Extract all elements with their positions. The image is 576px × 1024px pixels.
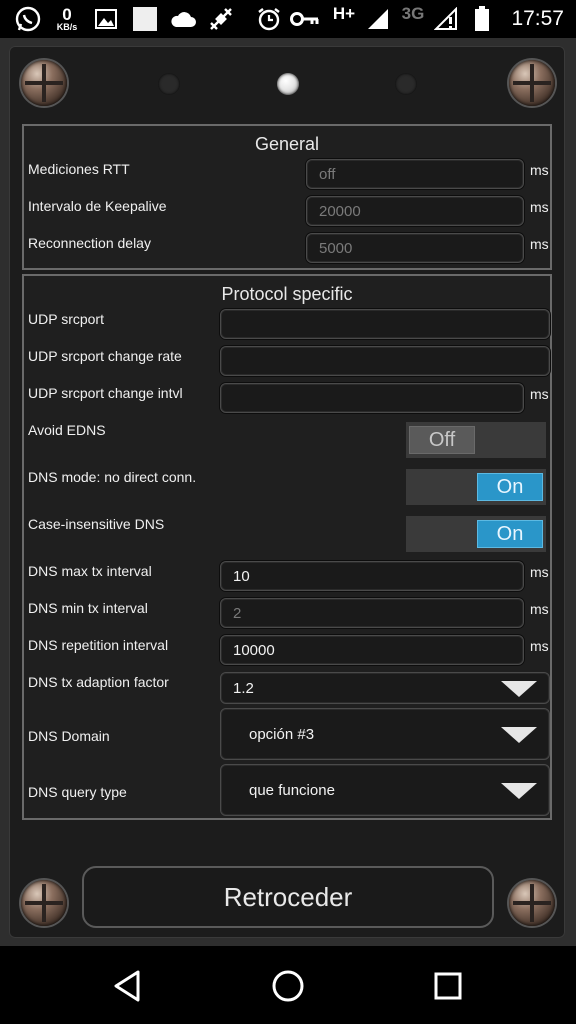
page-dot-3[interactable] <box>395 73 417 95</box>
udp-rate-field[interactable] <box>220 346 550 376</box>
udp-srcport-field[interactable] <box>220 309 550 339</box>
reconnection-field[interactable]: 5000 <box>306 233 524 263</box>
screw-top-left-icon <box>21 60 67 106</box>
page-dot-2-active[interactable] <box>277 73 299 95</box>
clock: 17:57 <box>511 7 564 30</box>
dns-factor-label: DNS tx adaption factor <box>28 674 169 690</box>
speed-unit: KB/s <box>56 22 78 32</box>
avoid-edns-label: Avoid EDNS <box>28 422 106 438</box>
dns-domain-value: opción #3 <box>249 726 315 743</box>
dns-factor-select[interactable]: 1.2 <box>220 672 550 704</box>
dns-query-select[interactable]: que funcione <box>220 764 550 816</box>
protocol-panel: Protocol specific UDP srcport UDP srcpor… <box>22 274 552 820</box>
screw-top-right-icon <box>509 60 555 106</box>
dns-rep-label: DNS repetition interval <box>28 637 169 653</box>
case-dns-label: Case-insensitive DNS <box>28 516 165 532</box>
dns-rep-field[interactable]: 10000 <box>220 635 524 665</box>
network-type-h: H+ <box>332 4 356 23</box>
general-title: General <box>254 134 320 154</box>
recents-nav-icon[interactable] <box>428 966 468 1006</box>
dropdown-arrow-icon <box>501 727 537 743</box>
image-icon <box>94 0 118 38</box>
home-nav-icon[interactable] <box>268 966 308 1006</box>
network-speed: 0 KB/s <box>52 0 82 38</box>
page-dot-1[interactable] <box>158 73 180 95</box>
reconnection-unit: ms <box>530 236 549 252</box>
case-dns-toggle[interactable]: On <box>406 516 546 552</box>
rtt-label: Mediciones RTT <box>28 161 130 177</box>
general-panel: General Mediciones RTT off ms Intervalo … <box>22 124 552 270</box>
signal-alert-icon <box>432 0 460 38</box>
navigation-bar <box>0 946 576 1024</box>
dns-domain-select[interactable]: opción #3 <box>220 708 550 760</box>
dns-mode-toggle[interactable]: On <box>406 469 546 505</box>
dns-domain-label: DNS Domain <box>28 728 110 744</box>
dns-factor-value: 1.2 <box>233 680 254 697</box>
avoid-edns-toggle[interactable]: Off <box>406 422 546 458</box>
dns-rep-unit: ms <box>530 638 549 654</box>
status-bar: 0 KB/s H+ 3G 17:57 <box>0 0 576 38</box>
protocol-title: Protocol specific <box>221 284 353 304</box>
dns-query-value: que funcione <box>249 782 335 799</box>
dns-query-label: DNS query type <box>28 784 127 800</box>
dns-min-unit: ms <box>530 601 549 617</box>
back-nav-icon[interactable] <box>108 966 148 1006</box>
network-type-3g: 3G <box>401 4 425 23</box>
back-button[interactable]: Retroceder <box>82 866 494 928</box>
keepalive-unit: ms <box>530 199 549 215</box>
rtt-unit: ms <box>530 162 549 178</box>
rtt-field[interactable]: off <box>306 159 524 189</box>
dns-min-label: DNS min tx interval <box>28 600 148 616</box>
dns-max-label: DNS max tx interval <box>28 563 152 579</box>
signal-icon <box>364 0 392 38</box>
udp-intvl-unit: ms <box>530 386 549 402</box>
cloud-icon <box>168 0 198 38</box>
dropdown-arrow-icon <box>501 783 537 799</box>
satellite-icon <box>206 0 236 38</box>
dropdown-arrow-icon <box>501 681 537 697</box>
placeholder-square-icon <box>132 0 158 38</box>
screw-bottom-right-icon <box>509 880 555 926</box>
udp-intvl-field[interactable] <box>220 383 524 413</box>
dns-mode-label: DNS mode: no direct conn. <box>28 469 197 485</box>
dns-max-unit: ms <box>530 564 549 580</box>
udp-srcport-label: UDP srcport <box>28 311 104 327</box>
battery-icon <box>470 0 494 38</box>
udp-rate-label: UDP srcport change rate <box>28 348 182 364</box>
keepalive-label: Intervalo de Keepalive <box>28 198 167 214</box>
dns-min-field[interactable]: 2 <box>220 598 524 628</box>
whatsapp-icon <box>12 0 44 38</box>
screw-bottom-left-icon <box>21 880 67 926</box>
keepalive-field[interactable]: 20000 <box>306 196 524 226</box>
avoid-edns-state: Off <box>409 426 475 454</box>
case-dns-state: On <box>477 520 543 548</box>
alarm-icon <box>256 0 282 38</box>
udp-intvl-label: UDP srcport change intvl <box>28 385 183 401</box>
dns-max-field[interactable]: 10 <box>220 561 524 591</box>
dns-mode-state: On <box>477 473 543 501</box>
key-icon <box>290 0 320 38</box>
speed-value: 0 <box>62 5 72 24</box>
reconnection-label: Reconnection delay <box>28 235 151 251</box>
